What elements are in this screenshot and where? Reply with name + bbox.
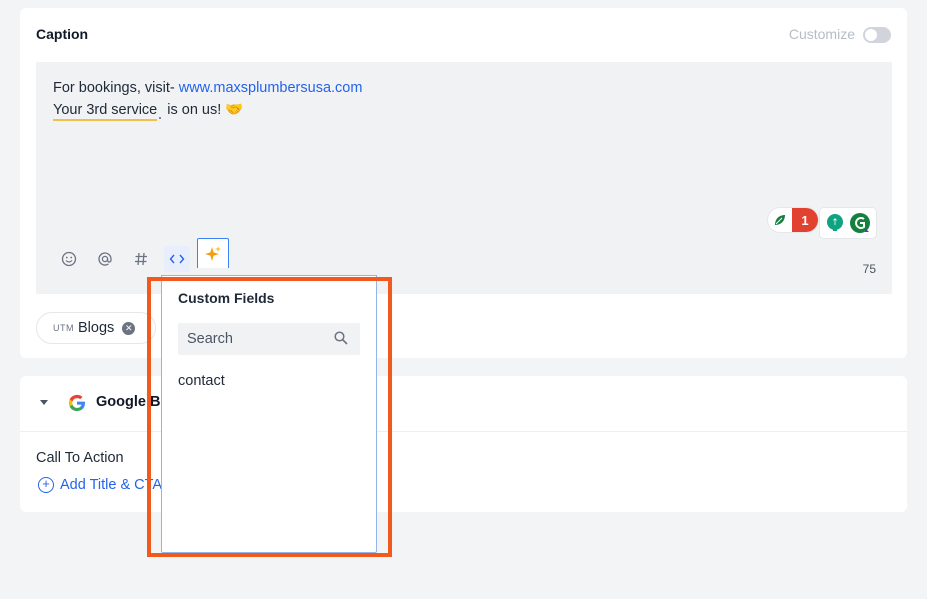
caption-line-1: For bookings, visit- www.maxsplumbersusa… [53, 80, 362, 96]
collapse-caret-icon[interactable] [40, 400, 48, 405]
add-cta-label: Add Title & CTA [60, 477, 163, 493]
leaf-icon [768, 208, 792, 232]
google-icon [67, 393, 87, 418]
remove-tag-icon[interactable]: ✕ [122, 321, 136, 335]
flagged-text[interactable]: Your 3rd service [53, 102, 158, 121]
hashtag-icon[interactable] [128, 246, 154, 272]
customize-toggle[interactable] [863, 27, 891, 43]
call-to-action-label: Call To Action [36, 450, 124, 466]
custom-field-item[interactable]: contact [178, 373, 225, 389]
svg-text:↑: ↑ [831, 218, 839, 228]
emoji-icon[interactable] [56, 246, 82, 272]
character-count: 75 [862, 262, 876, 276]
caption-title: Caption [36, 26, 89, 42]
writing-assistant-icons[interactable]: ↑ [820, 208, 876, 238]
custom-fields-dropdown: Custom Fields contact [161, 275, 377, 553]
bulb-icon: ↑ [827, 214, 843, 231]
grammarly-icon [850, 213, 870, 233]
custom-fields-title: Custom Fields [178, 290, 275, 306]
google-business-card: Google Bu Call To Action + Add Title & C… [20, 376, 907, 512]
toggle-knob [865, 29, 877, 41]
caption-card: Caption Customize For bookings, visit- w… [20, 8, 907, 358]
utm-prefix: UTM [53, 323, 74, 333]
search-icon [334, 331, 348, 350]
spacing-marker [159, 117, 162, 119]
mention-icon[interactable] [92, 246, 118, 272]
grammar-extension-badge[interactable]: 1 [768, 208, 818, 232]
tag-label: Blogs [78, 320, 115, 336]
add-circle-icon: + [38, 477, 54, 493]
ai-sparkle-icon[interactable] [197, 238, 229, 268]
utm-tag-chip[interactable]: UTM Blogs ✕ [36, 312, 156, 344]
caption-editor[interactable]: For bookings, visit- www.maxsplumbersusa… [36, 62, 892, 294]
section-divider [20, 431, 907, 432]
custom-fields-search-input[interactable] [178, 323, 360, 355]
caption-text: For bookings, visit- [53, 80, 179, 96]
customize-label: Customize [788, 26, 855, 42]
code-icon[interactable] [164, 246, 190, 272]
caption-text: is on us! [163, 102, 226, 118]
handshake-emoji: 🤝 [225, 102, 244, 118]
caption-line-2: Your 3rd service is on us! 🤝 [53, 101, 244, 121]
caption-link[interactable]: www.maxsplumbersusa.com [179, 80, 363, 96]
add-title-cta-link[interactable]: + Add Title & CTA [38, 477, 162, 493]
google-business-title: Google Bu [96, 394, 170, 410]
issue-count: 1 [792, 208, 818, 232]
